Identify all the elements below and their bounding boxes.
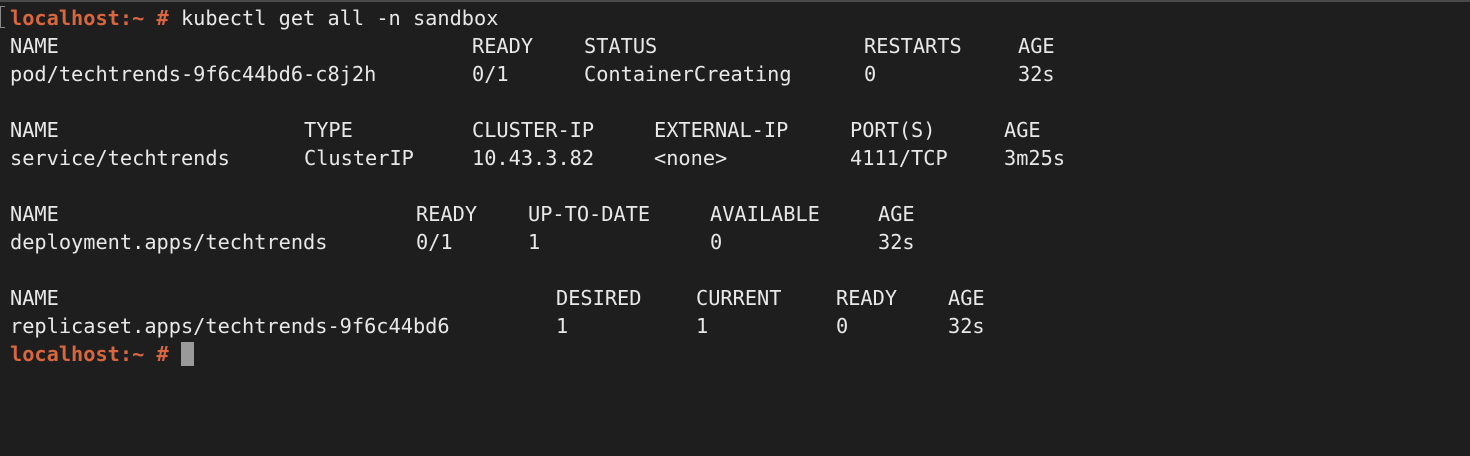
deployment-age: 32s (878, 230, 915, 254)
services-header-type: TYPE (304, 118, 353, 142)
replicaset-ready: 0 (836, 314, 849, 338)
table-row: deployment.apps/techtrends 0/1 1 0 32s (10, 228, 1470, 256)
active-prompt-line[interactable]: localhost:~ # (10, 340, 1470, 368)
pod-status: ContainerCreating (584, 62, 792, 86)
deployments-header-available: AVAILABLE (710, 202, 820, 226)
selection-bracket-marker (0, 6, 5, 28)
replicaset-current: 1 (696, 314, 709, 338)
pods-header-name: NAME (10, 34, 59, 58)
terminal-window[interactable]: localhost:~ # kubectl get all -n sandbox… (0, 0, 1470, 456)
text-cursor[interactable] (180, 342, 194, 366)
pods-header-restarts: RESTARTS (864, 34, 962, 58)
service-type: ClusterIP (304, 146, 414, 170)
deployment-ready: 0/1 (416, 230, 453, 254)
replicasets-header-ready: READY (836, 286, 898, 310)
table-row: pod/techtrends-9f6c44bd6-c8j2h 0/1 Conta… (10, 60, 1470, 88)
services-header-cluster-ip: CLUSTER-IP (472, 118, 595, 142)
service-age: 3m25s (1004, 146, 1066, 170)
pod-age: 32s (1018, 62, 1055, 86)
replicaset-name: replicaset.apps/techtrends-9f6c44bd6 (10, 314, 450, 338)
pods-header-status: STATUS (584, 34, 658, 58)
services-header-row: NAME TYPE CLUSTER-IP EXTERNAL-IP PORT(S)… (10, 116, 1470, 144)
service-cluster-ip: 10.43.3.82 (472, 146, 595, 170)
pods-header-row: NAME READY STATUS RESTARTS AGE (10, 32, 1470, 60)
replicasets-header-desired: DESIRED (556, 286, 642, 310)
deployments-header-name: NAME (10, 202, 59, 226)
replicasets-header-age: AGE (948, 286, 985, 310)
shell-prompt: localhost:~ # (10, 6, 181, 30)
replicaset-desired: 1 (556, 314, 569, 338)
deployment-name: deployment.apps/techtrends (10, 230, 328, 254)
service-name: service/techtrends (10, 146, 230, 170)
deployments-header-up-to-date: UP-TO-DATE (528, 202, 651, 226)
service-ports: 4111/TCP (850, 146, 948, 170)
replicasets-header-name: NAME (10, 286, 59, 310)
services-header-external-ip: EXTERNAL-IP (654, 118, 789, 142)
deployment-available: 0 (710, 230, 723, 254)
table-row: service/techtrends ClusterIP 10.43.3.82 … (10, 144, 1470, 172)
pod-name: pod/techtrends-9f6c44bd6-c8j2h (10, 62, 377, 86)
pods-header-age: AGE (1018, 34, 1055, 58)
command-text: kubectl get all -n sandbox (180, 6, 499, 30)
pod-restarts: 0 (864, 62, 877, 86)
replicasets-header-current: CURRENT (696, 286, 782, 310)
replicaset-age: 32s (948, 314, 985, 338)
deployments-header-age: AGE (878, 202, 915, 226)
services-header-ports: PORT(S) (850, 118, 936, 142)
deployment-up-to-date: 1 (528, 230, 541, 254)
pods-header-ready: READY (472, 34, 534, 58)
replicasets-header-row: NAME DESIRED CURRENT READY AGE (10, 284, 1470, 312)
command-line: localhost:~ # kubectl get all -n sandbox (10, 4, 1470, 32)
table-row: replicaset.apps/techtrends-9f6c44bd6 1 1… (10, 312, 1470, 340)
service-external-ip: <none> (654, 146, 728, 170)
shell-prompt: localhost:~ # (10, 342, 181, 366)
pod-ready: 0/1 (472, 62, 509, 86)
deployments-header-ready: READY (416, 202, 478, 226)
services-header-name: NAME (10, 118, 59, 142)
services-header-age: AGE (1004, 118, 1041, 142)
window-top-border (0, 0, 1470, 2)
deployments-header-row: NAME READY UP-TO-DATE AVAILABLE AGE (10, 200, 1470, 228)
